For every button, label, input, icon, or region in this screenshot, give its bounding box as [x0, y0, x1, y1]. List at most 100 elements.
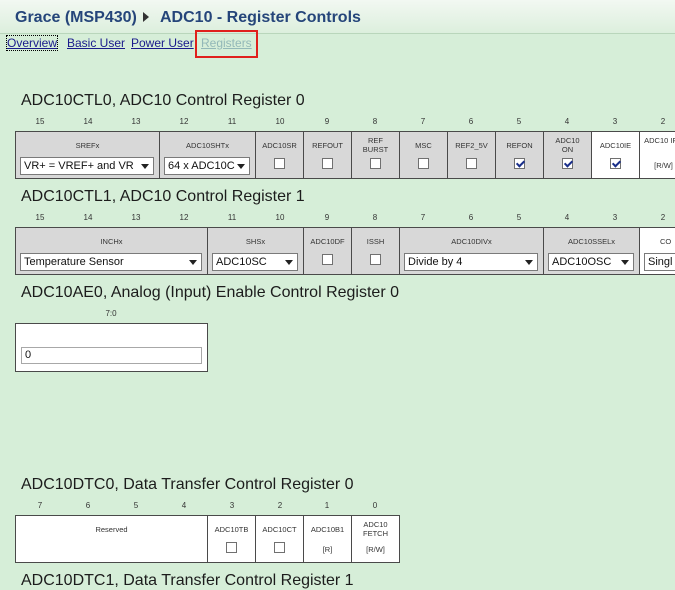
bit-number: 7:0 — [105, 309, 117, 318]
ctl1-title: ADC10CTL1, ADC10 Control Register 1 — [21, 188, 305, 205]
chevron-down-icon — [621, 260, 629, 265]
adc10tb-label: ADC10TB — [214, 525, 249, 534]
ctl0-title: ADC10CTL0, ADC10 Control Register 0 — [21, 92, 305, 109]
reserved-label: Reserved — [95, 525, 128, 534]
adc10df-field: ADC10DF — [303, 227, 352, 275]
adc10b1-label: ADC10B1 — [310, 525, 345, 534]
bit-number: 7 — [37, 501, 43, 510]
msc-checkbox[interactable] — [418, 158, 429, 169]
inchx-label: INCHx — [100, 237, 123, 246]
bit-number: 1 — [324, 501, 330, 510]
refout-field: REFOUT — [303, 131, 352, 179]
srefx-label: SREFx — [75, 141, 100, 150]
bit-number: 7 — [420, 213, 426, 222]
adc10on-checkbox[interactable] — [562, 158, 573, 169]
ae0-title: ADC10AE0, Analog (Input) Enable Control … — [21, 284, 399, 301]
bit-number: 8 — [372, 213, 378, 222]
refout-label: REFOUT — [312, 141, 343, 150]
adc10on-field: ADC10 ON — [543, 131, 592, 179]
ref2-5v-checkbox[interactable] — [466, 158, 477, 169]
adc10divx-select[interactable]: Divide by 4 — [404, 253, 538, 271]
adc10divx-field: ADC10DIVx Divide by 4 — [399, 227, 544, 275]
nav-overview-link[interactable]: Overview — [5, 35, 59, 51]
bit-number: 5 — [133, 501, 139, 510]
conseqx-select[interactable]: Singl — [644, 253, 675, 271]
bit-number: 15 — [35, 117, 45, 126]
adc10sselx-field: ADC10SSELx ADC10OSC — [543, 227, 640, 275]
shsx-label: SHSx — [245, 237, 266, 246]
adc10ifg-access: [R/W] — [654, 161, 673, 170]
breadcrumb-app[interactable]: Grace (MSP430) — [15, 9, 137, 27]
adc10tb-checkbox[interactable] — [226, 542, 237, 553]
bit-number: 12 — [179, 117, 189, 126]
issh-field: ISSH — [351, 227, 400, 275]
srefx-select[interactable]: VR+ = VREF+ and VR — [20, 157, 154, 175]
bit-number: 6 — [468, 117, 474, 126]
adc10b1-field: ADC10B1 [R] — [303, 515, 352, 563]
bit-number: 2 — [660, 117, 666, 126]
ae0-field: 0 — [15, 323, 208, 372]
adc10shtx-label: ADC10SHTx — [186, 141, 229, 150]
adc10sselx-label: ADC10SSELx — [567, 237, 616, 246]
adc10shtx-select[interactable]: 64 x ADC10C — [164, 157, 250, 175]
adc10on-label: ADC10 ON — [555, 136, 580, 154]
adc10fetch-field: ADC10 FETCH [R/W] — [351, 515, 400, 563]
bit-number: 13 — [131, 213, 141, 222]
conseqx-label: CO — [660, 237, 672, 246]
adc10sselx-select[interactable]: ADC10OSC — [548, 253, 634, 271]
adc10ifg-label: ADC10 IFG — [644, 136, 675, 145]
inchx-field: INCHx Temperature Sensor — [15, 227, 208, 275]
bit-number: 9 — [324, 213, 330, 222]
adc10fetch-label: ADC10 FETCH — [363, 520, 388, 538]
breadcrumb-separator-icon — [143, 12, 149, 22]
adc10ct-field: ADC10CT — [255, 515, 304, 563]
bit-number: 9 — [324, 117, 330, 126]
bit-number: 6 — [85, 501, 91, 510]
refburst-label: REF BURST — [362, 136, 389, 154]
adc10df-checkbox[interactable] — [322, 254, 333, 265]
bit-number: 11 — [227, 117, 237, 126]
chevron-down-icon — [285, 260, 293, 265]
bit-number: 6 — [468, 213, 474, 222]
adc10ie-label: ADC10IE — [599, 141, 632, 150]
bit-number: 0 — [372, 501, 378, 510]
registers-highlight-box — [195, 30, 258, 58]
refburst-checkbox[interactable] — [370, 158, 381, 169]
bit-number: 4 — [181, 501, 187, 510]
bit-number: 2 — [277, 501, 283, 510]
adc10ct-checkbox[interactable] — [274, 542, 285, 553]
chevron-down-icon — [237, 164, 245, 169]
title-bar: Grace (MSP430) ADC10 - Register Controls — [0, 0, 675, 34]
refon-checkbox[interactable] — [514, 158, 525, 169]
nav-power-user-link[interactable]: Power User — [131, 36, 194, 50]
bit-number: 10 — [275, 213, 285, 222]
msc-label: MSC — [415, 141, 432, 150]
adc10divx-label: ADC10DIVx — [451, 237, 492, 246]
bit-number: 2 — [660, 213, 666, 222]
bit-number: 4 — [564, 117, 570, 126]
inchx-select[interactable]: Temperature Sensor — [20, 253, 202, 271]
adc10sr-checkbox[interactable] — [274, 158, 285, 169]
adc10sselx-select-value: ADC10OSC — [552, 256, 612, 268]
shsx-select[interactable]: ADC10SC — [212, 253, 298, 271]
ae0-value-input[interactable]: 0 — [21, 347, 202, 364]
bit-number: 15 — [35, 213, 45, 222]
adc10ie-field: ADC10IE — [591, 131, 640, 179]
bit-number: 13 — [131, 117, 141, 126]
msc-field: MSC — [399, 131, 448, 179]
refburst-field: REF BURST — [351, 131, 400, 179]
chevron-down-icon — [189, 260, 197, 265]
adc10df-label: ADC10DF — [310, 237, 345, 246]
adc10ie-checkbox[interactable] — [610, 158, 621, 169]
bit-number: 14 — [83, 117, 93, 126]
bit-number: 5 — [516, 117, 522, 126]
adc10b1-access: [R] — [322, 545, 333, 554]
shsx-select-value: ADC10SC — [216, 256, 267, 268]
refout-checkbox[interactable] — [322, 158, 333, 169]
nav-basic-user-link[interactable]: Basic User — [67, 36, 125, 50]
issh-checkbox[interactable] — [370, 254, 381, 265]
adc10shtx-field: ADC10SHTx 64 x ADC10C — [159, 131, 256, 179]
inchx-select-value: Temperature Sensor — [24, 256, 124, 268]
bit-number: 3 — [612, 213, 618, 222]
bit-number: 3 — [229, 501, 235, 510]
